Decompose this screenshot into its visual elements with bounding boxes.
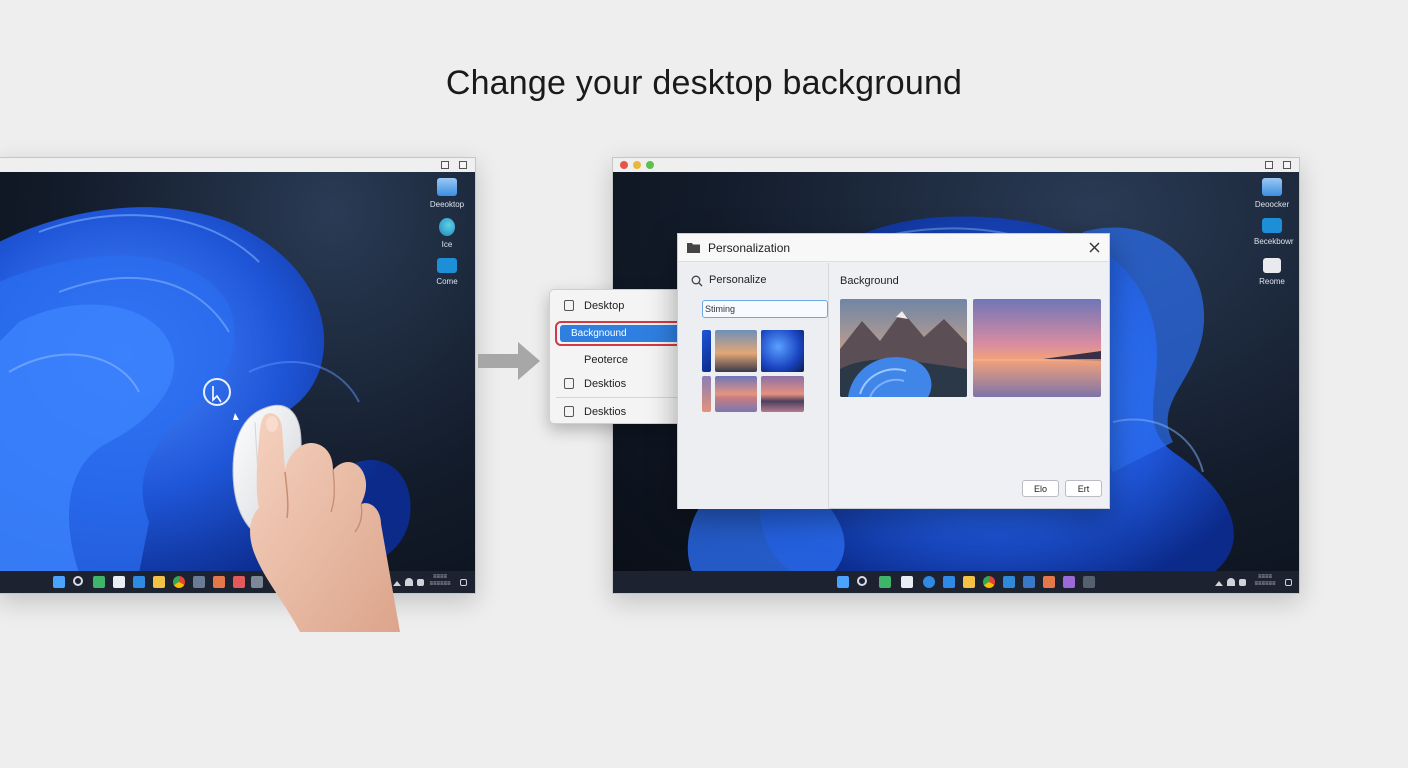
disk-icon	[1263, 258, 1281, 273]
zoom-dot-icon[interactable]	[646, 161, 654, 169]
thumbnail-pink-lake[interactable]	[761, 376, 804, 412]
preview-mountain-bloom[interactable]	[840, 299, 967, 397]
maximize-button[interactable]	[1265, 161, 1273, 169]
menu-item-background[interactable]: Backgnound	[560, 325, 694, 342]
chrome-icon[interactable]	[173, 576, 185, 588]
chevron-up-icon[interactable]	[1215, 578, 1223, 586]
maximize-button[interactable]	[441, 161, 449, 169]
widgets-icon[interactable]	[879, 576, 891, 588]
tray-clock[interactable]: ≡≡≡≡ ≡≡≡≡≡≡	[1251, 574, 1279, 588]
close-button[interactable]	[459, 161, 467, 169]
hand-with-mouse	[232, 404, 400, 632]
folder-icon[interactable]	[963, 576, 975, 588]
window-icon	[564, 378, 574, 389]
hand	[250, 413, 400, 632]
dialog-title: Personalization	[708, 241, 791, 255]
desktop-icon-deoocker[interactable]: Deoocker	[1255, 178, 1289, 209]
close-button[interactable]	[1283, 161, 1291, 169]
app-icon	[439, 218, 455, 236]
cancel-button[interactable]: Ert	[1065, 480, 1102, 497]
thumbnail-dusk[interactable]	[702, 376, 711, 412]
volume-icon[interactable]	[1239, 579, 1246, 586]
game-icon[interactable]	[1043, 576, 1055, 588]
thumbnail-lake-sunset[interactable]	[715, 376, 757, 412]
edge-icon[interactable]	[923, 576, 935, 588]
app-icon	[1262, 218, 1282, 233]
chrome-icon[interactable]	[983, 576, 995, 588]
desktop-icon-reome[interactable]: Reome	[1259, 258, 1285, 286]
desktop-icon-becekbowr[interactable]: Becekbowr	[1254, 218, 1294, 246]
page-title: Change your desktop background	[445, 64, 963, 102]
sidebar-field-value: Stiming	[705, 304, 736, 314]
search-icon	[691, 275, 703, 287]
close-dot-icon[interactable]	[620, 161, 628, 169]
lock-icon	[564, 300, 574, 311]
thumbnail-blue-bloom[interactable]	[761, 330, 804, 372]
desktop-icon-come[interactable]: Come	[435, 258, 459, 286]
terminal-icon[interactable]	[1083, 576, 1095, 588]
app-icon[interactable]	[1063, 576, 1075, 588]
widgets-icon[interactable]	[93, 576, 105, 588]
start-icon[interactable]	[837, 576, 849, 588]
ok-button[interactable]: Elo	[1022, 480, 1059, 497]
minimize-dot-icon[interactable]	[633, 161, 641, 169]
photos-icon[interactable]	[1003, 576, 1015, 588]
store-icon[interactable]	[901, 576, 913, 588]
notification-icon[interactable]	[460, 579, 467, 586]
volume-icon[interactable]	[417, 579, 424, 586]
desktop-icon-ice[interactable]: Ice	[435, 218, 459, 249]
section-title: Background	[840, 275, 899, 287]
folder-icon	[1262, 178, 1282, 196]
window-icon	[564, 406, 574, 417]
app-icon[interactable]	[1023, 576, 1035, 588]
mail-icon[interactable]	[943, 576, 955, 588]
personalization-dialog: Personalization Personalize Stiming Back…	[677, 233, 1110, 509]
wifi-icon[interactable]	[405, 578, 413, 586]
wifi-icon[interactable]	[1227, 578, 1235, 586]
store-icon[interactable]	[113, 576, 125, 588]
search-icon[interactable]	[73, 576, 83, 586]
search-icon[interactable]	[857, 576, 867, 586]
taskbar: ≡≡≡≡ ≡≡≡≡≡≡	[613, 571, 1299, 593]
desktop-icon-deeoktop[interactable]: Deeoktop	[430, 178, 464, 209]
folder-icon	[437, 178, 457, 196]
mail-icon[interactable]	[133, 576, 145, 588]
dialog-sidebar: Personalize Stiming	[678, 263, 829, 509]
folder-icon	[687, 243, 700, 253]
sidebar-search-label[interactable]: Personalize	[709, 274, 766, 286]
window-titlebar	[613, 158, 1299, 172]
close-icon[interactable]	[1089, 242, 1100, 253]
window-titlebar	[0, 158, 475, 172]
thumbnail-bloom[interactable]	[702, 330, 711, 372]
folder-icon[interactable]	[153, 576, 165, 588]
arrow-right-icon	[478, 342, 540, 380]
notification-icon[interactable]	[1285, 579, 1292, 586]
window-icon	[437, 258, 457, 273]
start-icon[interactable]	[53, 576, 65, 588]
app-icon[interactable]	[213, 576, 225, 588]
thumbnail-sunset-ship[interactable]	[715, 330, 757, 372]
preview-sunset-lake[interactable]	[973, 299, 1101, 397]
photos-icon[interactable]	[193, 576, 205, 588]
dialog-titlebar: Personalization	[678, 234, 1109, 262]
tray-clock[interactable]: ≡≡≡≡ ≡≡≡≡≡≡	[427, 574, 453, 588]
